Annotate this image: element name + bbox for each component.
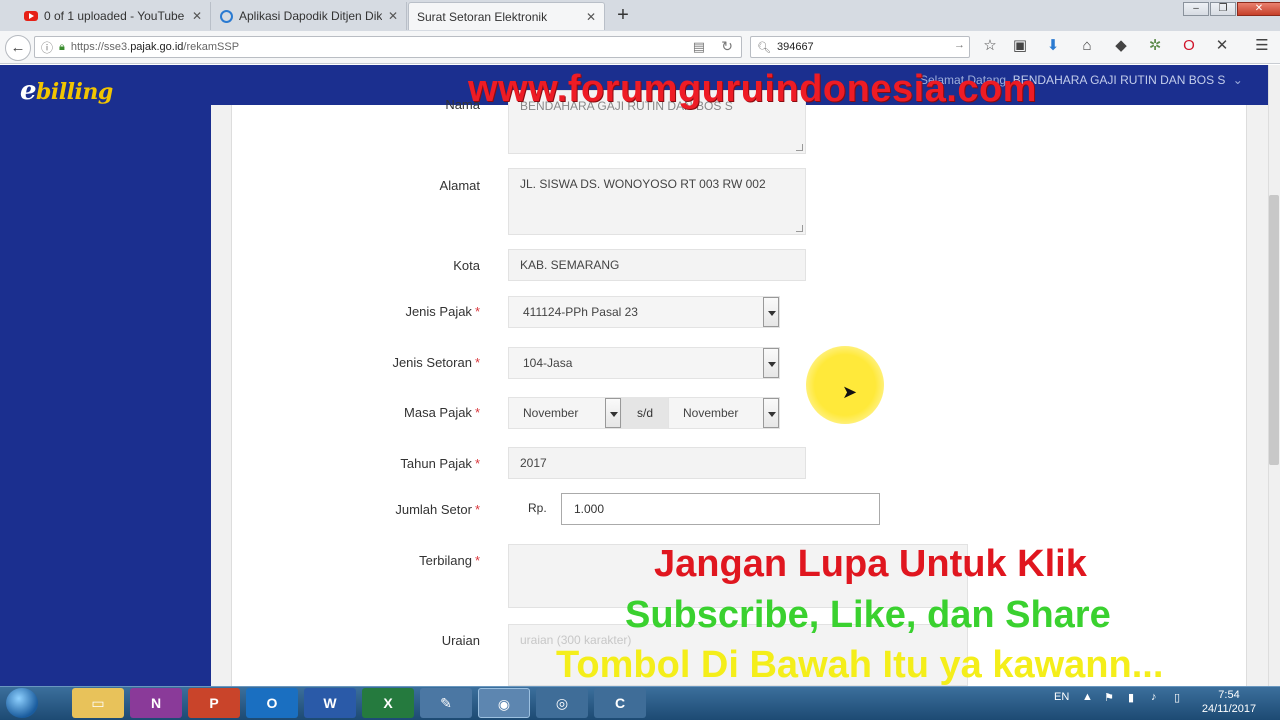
chevron-down-icon[interactable] <box>763 398 779 428</box>
mouse-pointer-icon: ➤ <box>842 382 858 402</box>
back-button[interactable]: ← <box>5 35 31 61</box>
volume-icon[interactable]: ♪ <box>1151 691 1157 703</box>
jenis-setoran-label: Jenis Setoran * <box>392 355 480 370</box>
browser-tab-bar: 0 of 1 uploaded - YouTube ✕ Aplikasi Dap… <box>0 0 1280 31</box>
overlay-line-2: Subscribe, Like, dan Share <box>625 594 1111 636</box>
new-tab-button[interactable]: + <box>612 4 634 27</box>
tab-surat-setoran[interactable]: Surat Setoran Elektronik ✕ <box>408 2 605 30</box>
overlay-line-1: Jangan Lupa Untuk Klik <box>654 543 1087 585</box>
search-icon: 🔍︎ <box>757 41 771 54</box>
chrome-icon[interactable]: ◎ <box>536 688 588 718</box>
battery-icon[interactable]: ▯ <box>1174 691 1180 704</box>
reload-icon[interactable]: ↻ <box>721 38 733 55</box>
alamat-label: Alamat <box>439 178 480 193</box>
tab-label: Surat Setoran Elektronik <box>417 9 548 24</box>
scrollbar-thumb[interactable] <box>1269 195 1279 465</box>
lock-icon: 🔒︎ <box>59 40 65 53</box>
terbilang-label: Terbilang * <box>419 553 480 568</box>
reader-view-icon[interactable]: ▤ <box>693 39 705 55</box>
currency-label: Rp. <box>528 501 547 515</box>
jenis-setoran-select[interactable]: 104-Jasa <box>508 347 780 379</box>
word-icon[interactable]: W <box>304 688 356 718</box>
sd-separator: s/d <box>622 397 668 429</box>
window-close-button[interactable]: ✕ <box>1237 2 1280 16</box>
opera-icon[interactable]: O <box>1179 36 1199 56</box>
tahun-pajak-field[interactable]: 2017 <box>508 447 806 479</box>
camtasia-icon[interactable]: C <box>594 688 646 718</box>
masa-pajak-label: Masa Pajak * <box>404 405 480 420</box>
url-domain: pajak.go.id <box>130 41 184 53</box>
nama-label: Nama <box>445 97 480 112</box>
url-path: /rekamSSP <box>183 41 240 53</box>
search-go-icon[interactable]: → <box>954 39 965 51</box>
menu-icon[interactable]: ☰ <box>1252 36 1272 56</box>
tahun-pajak-label: Tahun Pajak * <box>400 456 480 471</box>
uraian-label: Uraian <box>441 633 480 648</box>
masa-pajak-from-select[interactable]: November <box>508 397 622 429</box>
chevron-down-icon[interactable] <box>605 398 621 428</box>
tray-expand-icon[interactable]: ▲ <box>1082 691 1093 703</box>
jumlah-setor-label: Jumlah Setor * <box>395 502 480 517</box>
tab-label: 0 of 1 uploaded - YouTube <box>44 9 185 23</box>
youtube-icon <box>24 11 38 21</box>
search-input[interactable]: 🔍︎ 394667 → <box>750 36 970 58</box>
kota-label: Kota <box>453 258 480 273</box>
minimize-button[interactable]: – <box>1183 2 1209 16</box>
start-button[interactable] <box>6 688 38 718</box>
jumlah-setor-input[interactable]: 1.000 <box>561 493 880 525</box>
url-prefix: https://sse3. <box>70 41 131 53</box>
tab-dapodik[interactable]: Aplikasi Dapodik Ditjen Dikd ✕ <box>212 2 407 30</box>
firefox-icon[interactable]: ◉ <box>478 688 530 718</box>
browser-nav-bar: ← ⓘ 🔒︎ https://sse3. pajak.go.id/rekamSSP… <box>0 31 1280 64</box>
action-center-icon[interactable]: ⚑ <box>1104 691 1114 704</box>
outlook-icon[interactable]: O <box>246 688 298 718</box>
tab-youtube[interactable]: 0 of 1 uploaded - YouTube ✕ <box>16 2 211 30</box>
ebilling-logo[interactable]: ebilling <box>20 76 113 106</box>
taskbar-clock[interactable]: 7:54 24/11/2017 <box>1194 688 1264 716</box>
alamat-field[interactable]: JL. SISWA DS. WONOYOSO RT 003 RW 002 <box>508 168 806 235</box>
url-bar[interactable]: ⓘ 🔒︎ https://sse3. pajak.go.id/rekamSSP ▤… <box>34 36 742 58</box>
jenis-pajak-select[interactable]: 411124-PPh Pasal 23 <box>508 296 780 328</box>
clock-date: 24/11/2017 <box>1201 703 1257 715</box>
language-indicator[interactable]: EN <box>1054 691 1069 703</box>
globe-icon <box>220 9 233 23</box>
jenis-pajak-label: Jenis Pajak * <box>405 304 480 319</box>
info-icon[interactable]: ⓘ <box>41 39 53 56</box>
tools-icon[interactable]: ✕ <box>1212 36 1232 56</box>
bookmark-star-icon[interactable]: ☆ <box>980 36 1000 56</box>
download-icon[interactable]: ⬇ <box>1043 36 1063 56</box>
close-icon[interactable]: ✕ <box>192 9 202 23</box>
user-name: BENDAHARA GAJI RUTIN DAN BOS S <box>1012 73 1226 87</box>
chevron-down-icon: ⌄ <box>1232 73 1243 87</box>
maximize-button[interactable]: ❐ <box>1210 2 1236 16</box>
close-icon[interactable]: ✕ <box>586 10 596 24</box>
chevron-down-icon[interactable] <box>763 297 779 327</box>
file-explorer-icon[interactable]: ▭ <box>72 688 124 718</box>
kota-field[interactable]: KAB. SEMARANG <box>508 249 806 281</box>
masa-pajak-to-select[interactable]: November <box>668 397 780 429</box>
close-icon[interactable]: ✕ <box>388 9 398 23</box>
network-icon[interactable]: ▮ <box>1128 691 1134 704</box>
watermark-site: www.forumguruindonesia.com <box>468 68 1037 110</box>
extension-icon[interactable]: ✲ <box>1145 36 1165 56</box>
paint-icon[interactable]: ✎ <box>420 688 472 718</box>
overlay-line-3: Tombol Di Bawah Itu ya kawann... <box>556 644 1164 686</box>
clock-time: 7:54 <box>1218 689 1240 701</box>
bookmarks-library-icon[interactable]: ▣ <box>1010 36 1030 56</box>
pocket-icon[interactable]: ◆ <box>1111 36 1131 56</box>
onenote-icon[interactable]: N <box>130 688 182 718</box>
powerpoint-icon[interactable]: P <box>188 688 240 718</box>
chevron-down-icon[interactable] <box>763 348 779 378</box>
tab-label: Aplikasi Dapodik Ditjen Dikd <box>239 9 382 23</box>
home-icon[interactable]: ⌂ <box>1077 36 1097 56</box>
search-value: 394667 <box>776 41 814 53</box>
excel-icon[interactable]: X <box>362 688 414 718</box>
sidebar <box>0 105 211 686</box>
